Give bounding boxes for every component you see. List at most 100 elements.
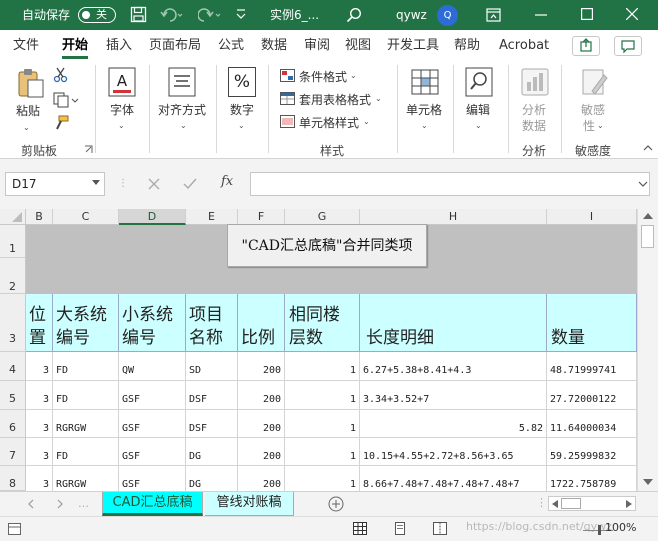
table-format-icon[interactable] (280, 92, 295, 105)
col-header-F[interactable]: F (238, 209, 285, 225)
merge-similar-button[interactable]: "CAD汇总底稿"合并同类项 (227, 224, 427, 267)
row-header-3[interactable]: 3 (0, 294, 26, 352)
page-layout-view-icon[interactable] (393, 522, 407, 535)
cell-item-name[interactable]: DSF (186, 381, 238, 410)
cell-same-floors[interactable]: 1 (285, 466, 360, 491)
sheet-tab-pipeline[interactable]: 管线对账稿 (205, 492, 294, 516)
tab-review[interactable]: 审阅 (304, 30, 330, 59)
row-header-8[interactable]: 8 (0, 466, 26, 491)
cell-minor-system[interactable]: GSF (119, 410, 186, 438)
cell-position[interactable]: 3 (26, 438, 53, 466)
page-break-view-icon[interactable] (433, 522, 447, 535)
scroll-up-icon[interactable] (643, 213, 653, 219)
row-header-2[interactable]: 2 (0, 258, 26, 294)
zoom-slider-knob[interactable] (598, 525, 601, 535)
paste-icon[interactable] (16, 67, 46, 99)
align-dropdown-icon[interactable]: ⌄ (180, 117, 187, 131)
row-header-1[interactable]: 1 (0, 225, 26, 258)
cell-item-name[interactable]: DSF (186, 410, 238, 438)
row-header-7[interactable]: 7 (0, 438, 26, 466)
cell-style-icon[interactable] (280, 115, 295, 128)
header-minor-system[interactable]: 小系统 编号 (119, 294, 186, 352)
align-label[interactable]: 对齐方式 (158, 101, 206, 118)
conditional-format-icon[interactable] (280, 69, 295, 82)
cut-icon[interactable] (53, 67, 69, 83)
analyze-data-icon[interactable] (520, 67, 550, 97)
font-dropdown-icon[interactable]: ⌄ (118, 117, 125, 131)
cell-position[interactable]: 3 (26, 410, 53, 438)
cell-major-system[interactable]: RGRGW (53, 466, 119, 491)
cell-position[interactable]: 3 (26, 352, 53, 381)
paste-dropdown-icon[interactable]: ⌄ (23, 119, 30, 133)
align-icon[interactable] (168, 67, 196, 97)
cell-same-floors[interactable]: 1 (285, 352, 360, 381)
vertical-scroll-thumb[interactable] (641, 225, 654, 248)
cell-position[interactable]: 3 (26, 466, 53, 491)
header-length-detail[interactable]: 长度明细 (360, 294, 547, 352)
sensitivity-label-2[interactable]: 性 (583, 117, 595, 134)
analyze-data-label-2[interactable]: 数据 (522, 117, 546, 134)
format-painter-icon[interactable] (53, 115, 69, 131)
cell-quantity[interactable]: 59.25999832 (547, 438, 637, 466)
cell-major-system[interactable]: FD (53, 381, 119, 410)
header-same-floors[interactable]: 相同楼 层数 (285, 294, 360, 352)
header-item-name[interactable]: 项目 名称 (186, 294, 238, 352)
add-sheet-icon[interactable] (328, 496, 344, 512)
collapse-ribbon-icon[interactable] (643, 145, 653, 151)
cell-style-label[interactable]: 单元格样式 (299, 114, 359, 131)
cell-length-detail[interactable]: 10.15+4.55+2.72+8.56+3.65 (360, 438, 547, 466)
cell-quantity[interactable]: 48.71999741 (547, 352, 637, 381)
cell-ratio[interactable]: 200 (238, 352, 285, 381)
sensitivity-icon[interactable] (580, 67, 608, 97)
enter-icon[interactable] (183, 178, 197, 190)
col-header-G[interactable]: G (285, 209, 360, 225)
font-label[interactable]: 字体 (110, 101, 134, 118)
cell-minor-system[interactable]: GSF (119, 466, 186, 491)
cancel-icon[interactable] (148, 178, 160, 190)
share-button[interactable] (572, 36, 600, 56)
save-icon[interactable] (130, 6, 147, 23)
autosave-toggle[interactable]: 关 (78, 7, 116, 23)
clipboard-launcher-icon[interactable] (84, 145, 93, 154)
sheet-next-icon[interactable] (57, 499, 63, 509)
name-box-dropdown-icon[interactable] (92, 180, 100, 186)
scroll-left-icon[interactable] (552, 500, 558, 508)
cell-quantity[interactable]: 27.72000122 (547, 381, 637, 410)
copy-icon[interactable] (53, 92, 79, 108)
name-box[interactable]: D17 (5, 172, 105, 196)
quick-access-dropdown-icon[interactable] (236, 9, 246, 21)
cells-icon[interactable] (411, 67, 439, 97)
cell-major-system[interactable]: FD (53, 438, 119, 466)
comments-button[interactable] (614, 36, 642, 56)
cell-quantity[interactable]: 1722.758789 (547, 466, 637, 491)
paste-label[interactable]: 粘贴 (16, 102, 40, 119)
redo-icon[interactable] (198, 7, 222, 23)
select-all-corner[interactable] (0, 209, 26, 225)
editing-icon[interactable] (465, 67, 493, 97)
cell-minor-system[interactable]: GSF (119, 381, 186, 410)
sheet-prev-icon[interactable] (28, 499, 34, 509)
tab-formulas[interactable]: 公式 (218, 30, 244, 59)
tab-file[interactable]: 文件 (13, 30, 39, 59)
maximize-icon[interactable] (581, 8, 593, 20)
worksheet-grid[interactable]: B C D E F G H I 1 2 3 4 5 6 7 8 "CAD汇总底稿… (0, 209, 637, 491)
macro-record-icon[interactable] (8, 523, 21, 535)
cell-length-detail[interactable]: 6.27+5.38+8.41+4.3 (360, 352, 547, 381)
header-quantity[interactable]: 数量 (547, 294, 637, 352)
number-dropdown-icon[interactable]: ⌄ (238, 117, 245, 131)
cell-ratio[interactable]: 200 (238, 438, 285, 466)
number-label[interactable]: 数字 (230, 101, 254, 118)
tab-help[interactable]: 帮助 (454, 30, 480, 59)
cell-same-floors[interactable]: 1 (285, 381, 360, 410)
cell-item-name[interactable]: DG (186, 438, 238, 466)
row-header-4[interactable]: 4 (0, 352, 26, 381)
cell-quantity[interactable]: 11.64000034 (547, 410, 637, 438)
tab-view[interactable]: 视图 (345, 30, 371, 59)
table-format-label[interactable]: 套用表格格式 (299, 91, 371, 108)
row-header-5[interactable]: 5 (0, 381, 26, 410)
cell-minor-system[interactable]: QW (119, 352, 186, 381)
insert-function-icon[interactable]: fx (221, 174, 233, 189)
avatar[interactable]: Q (437, 5, 458, 26)
cell-major-system[interactable]: FD (53, 352, 119, 381)
cell-major-system[interactable]: RGRGW (53, 410, 119, 438)
